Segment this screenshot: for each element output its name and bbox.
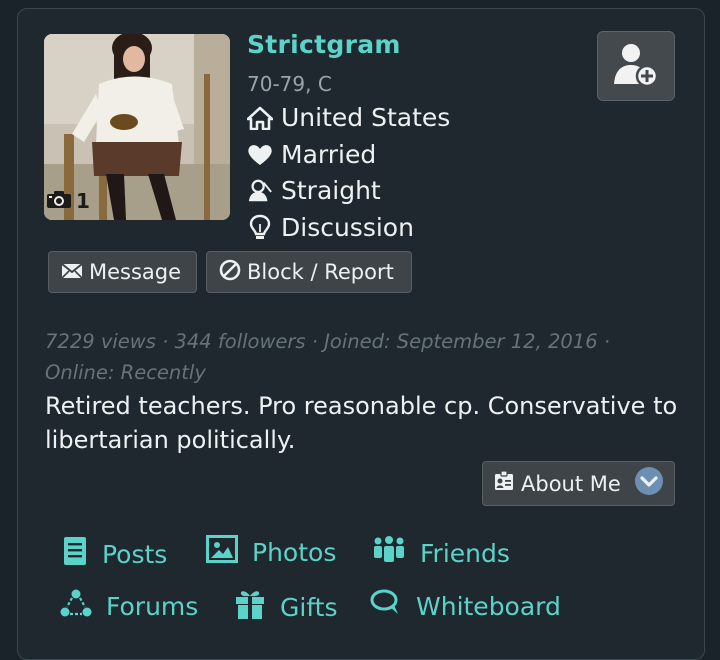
nav-photos-label: Photos [252, 537, 337, 567]
id-card-icon [493, 470, 515, 497]
relationship-row: Married [247, 140, 376, 169]
forums-icon [60, 588, 92, 624]
username[interactable]: Strictgram [247, 30, 401, 59]
profile-stats: 7229 views · 344 followers · Joined: Sep… [45, 330, 610, 384]
message-button[interactable]: Message [48, 251, 197, 293]
gift-icon [234, 588, 266, 626]
heart-icon [247, 142, 273, 168]
block-icon [219, 259, 241, 286]
nav-whiteboard[interactable]: Whiteboard [370, 588, 561, 624]
block-report-button[interactable]: Block / Report [206, 251, 412, 293]
nav-forums-label: Forums [106, 591, 199, 621]
interest-row: Discussion [247, 213, 414, 242]
location-row: United States [247, 103, 450, 132]
photo-count-badge[interactable]: 1 [46, 187, 90, 215]
location-text: United States [281, 103, 451, 132]
nav-whiteboard-label: Whiteboard [416, 591, 561, 621]
nav-gifts-label: Gifts [280, 592, 338, 622]
envelope-icon [61, 260, 83, 284]
interest-text: Discussion [281, 213, 414, 242]
person-icon [247, 178, 273, 204]
about-me-button[interactable]: About Me [482, 461, 675, 506]
nav-forums[interactable]: Forums [60, 588, 198, 624]
relationship-text: Married [281, 140, 377, 169]
photo-count: 1 [76, 189, 90, 213]
nav-posts[interactable]: Posts [62, 535, 167, 573]
add-user-icon [612, 40, 660, 92]
add-friend-button[interactable] [597, 31, 675, 101]
block-report-label: Block / Report [247, 260, 394, 284]
nav-gifts[interactable]: Gifts [234, 588, 338, 626]
orientation-text: Straight [281, 176, 381, 205]
nav-friends[interactable]: Friends [372, 535, 510, 571]
home-icon [247, 105, 273, 131]
about-me-label: About Me [521, 471, 621, 496]
picture-icon [206, 535, 238, 569]
message-label: Message [89, 260, 182, 284]
speech-bubble-icon [370, 588, 402, 624]
orientation-row: Straight [247, 176, 381, 205]
chevron-down-icon [634, 466, 664, 501]
nav-friends-label: Friends [420, 538, 510, 568]
document-icon [62, 535, 88, 573]
nav-photos[interactable]: Photos [206, 535, 336, 569]
friends-icon [372, 535, 406, 571]
camera-icon [46, 189, 72, 214]
profile-bio: Retired teachers. Pro reasonable cp. Con… [45, 392, 678, 454]
nav-posts-label: Posts [102, 539, 168, 569]
lightbulb-icon [247, 214, 273, 241]
age-role: 70-79, C [247, 72, 332, 96]
